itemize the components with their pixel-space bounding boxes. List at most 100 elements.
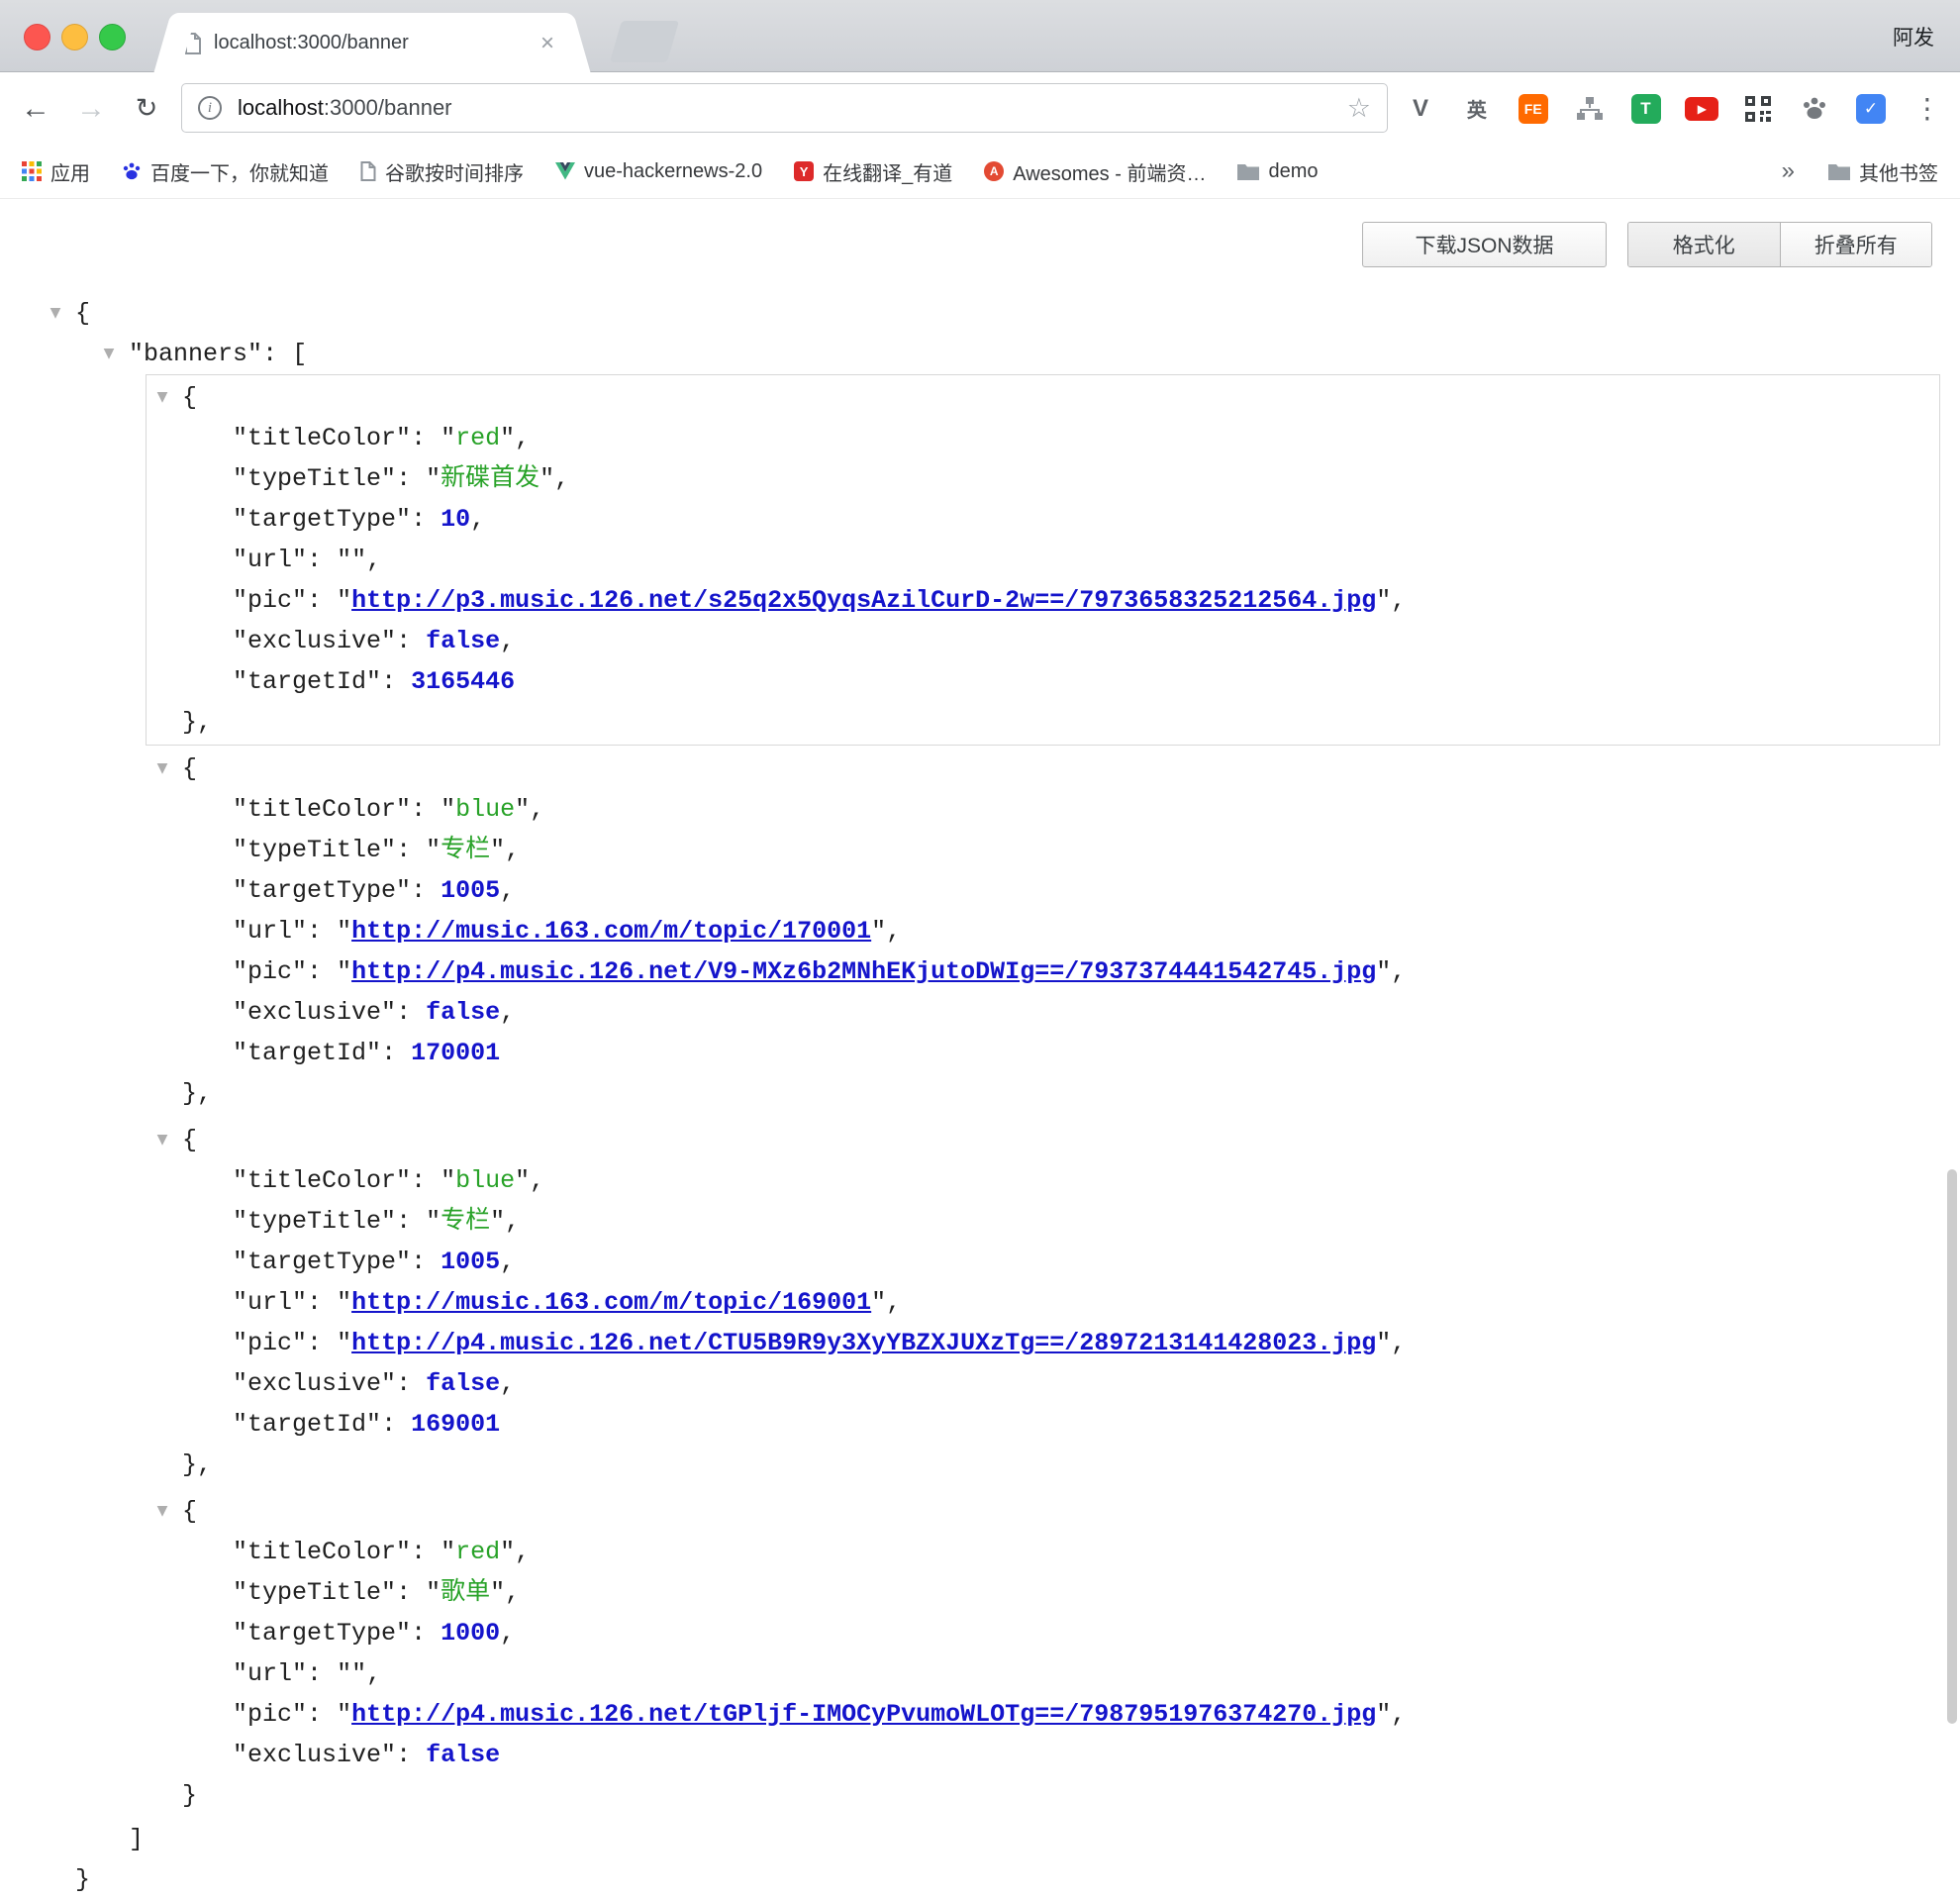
json-url-link[interactable]: http://p4.music.126.net/V9-MXz6b2MNhEKju… (351, 957, 1376, 986)
json-key: url (247, 1288, 292, 1317)
json-key: titleColor (247, 1166, 396, 1195)
json-key: pic (247, 586, 292, 615)
collapse-toggle-icon[interactable]: ▼ (45, 293, 66, 334)
json-line: ▼{ (182, 1491, 1939, 1532)
back-button[interactable]: ← (14, 72, 57, 145)
json-number-value: false (426, 627, 500, 655)
json-line: "targetId": 3165446 (233, 661, 1939, 702)
json-line: "targetType": 1005, (233, 1242, 1939, 1282)
download-json-button[interactable]: 下载JSON数据 (1362, 222, 1607, 267)
fehelper-extension-icon[interactable]: FE (1517, 92, 1550, 126)
json-string-value: blue (455, 1166, 515, 1195)
bookmark-item-youdao[interactable]: Y 在线翻译_有道 (794, 157, 952, 186)
new-tab-button[interactable] (610, 21, 679, 62)
collapse-all-button[interactable]: 折叠所有 (1780, 223, 1932, 266)
json-line: "targetId": 169001 (233, 1404, 1939, 1445)
awesomes-icon: A (984, 161, 1004, 181)
bookmark-star-icon[interactable]: ☆ (1347, 93, 1371, 124)
json-line: "titleColor": "red", (233, 418, 1939, 458)
json-key: banners (144, 340, 247, 368)
json-string-value: 专栏 (441, 1207, 490, 1236)
youtube-extension-icon[interactable]: ▶ (1685, 92, 1718, 126)
json-line: ▼{ (182, 377, 1939, 418)
address-bar[interactable]: i localhost:3000/banner ☆ (181, 83, 1388, 133)
tab-close-icon[interactable]: × (535, 30, 560, 57)
youdao-glyph: Y (794, 161, 814, 181)
vimium-extension-icon[interactable]: V (1404, 92, 1437, 126)
vertical-scrollbar[interactable] (1947, 1169, 1957, 1724)
apps-grid-icon (22, 161, 42, 181)
json-url-link[interactable]: http://p4.music.126.net/CTU5B9R9y3XyYBZX… (351, 1329, 1376, 1357)
json-key: url (247, 917, 292, 946)
json-line: "exclusive": false, (233, 992, 1939, 1033)
zoom-window-button[interactable] (99, 24, 126, 50)
json-line: ▼{ (75, 293, 1960, 334)
bookmark-item-vue-hackernews[interactable]: vue-hackernews-2.0 (555, 160, 762, 183)
json-key: targetType (247, 876, 396, 905)
browser-tab[interactable]: localhost:3000/banner × (174, 13, 570, 73)
page-info-icon[interactable]: i (198, 96, 222, 120)
close-window-button[interactable] (24, 24, 50, 50)
bookmark-label: 应用 (50, 157, 90, 186)
json-line: "exclusive": false, (233, 1363, 1939, 1404)
json-line: } (182, 1775, 1939, 1816)
json-key: exclusive (247, 627, 381, 655)
bookmark-item-google-sort[interactable]: 谷歌按时间排序 (360, 157, 524, 186)
json-url-link[interactable]: http://p3.music.126.net/s25q2x5QyqsAzilC… (351, 586, 1376, 615)
bookmark-label: 在线翻译_有道 (823, 157, 952, 186)
json-line: ] (129, 1819, 1960, 1859)
profile-name[interactable]: 阿发 (1893, 0, 1934, 72)
json-key: pic (247, 1329, 292, 1357)
collapse-toggle-icon[interactable]: ▼ (151, 1491, 173, 1532)
qrcode-extension-icon[interactable] (1741, 92, 1775, 126)
json-key: typeTitle (247, 464, 381, 493)
tab-title: localhost:3000/banner (214, 32, 535, 54)
forward-button[interactable]: → (69, 72, 113, 145)
json-line: }, (182, 1073, 1939, 1114)
shield-extension-icon[interactable]: T (1629, 92, 1663, 126)
vue-logo-icon (555, 162, 575, 180)
json-tree: ▼{▼"banners": [▼{"titleColor": "red","ty… (0, 293, 1960, 1900)
json-key: targetType (247, 1619, 396, 1648)
json-string-value: 专栏 (441, 836, 490, 864)
url-host: localhost (238, 95, 324, 120)
bookmark-item-baidu[interactable]: 百度一下，你就知道 (122, 157, 329, 186)
browser-menu-icon[interactable]: ⋮ (1911, 92, 1944, 126)
check-shield-extension-icon[interactable]: ✓ (1854, 92, 1888, 126)
bookmark-item-demo[interactable]: demo (1237, 160, 1318, 183)
collapse-toggle-icon[interactable]: ▼ (151, 1120, 173, 1160)
bookmark-item-apps[interactable]: 应用 (22, 157, 90, 186)
bookmarks-overflow-chevron[interactable]: » (1782, 157, 1795, 185)
json-url-link[interactable]: http://p4.music.126.net/tGPljf-IMOCyPvum… (351, 1700, 1376, 1729)
banner-object: ▼{"titleColor": "red","typeTitle": "新碟首发… (146, 374, 1940, 746)
json-url-link[interactable]: http://music.163.com/m/topic/169001 (351, 1288, 871, 1317)
json-line: "exclusive": false (233, 1735, 1939, 1775)
json-line: ▼{ (182, 749, 1939, 789)
json-line: }, (182, 1445, 1939, 1485)
collapse-toggle-icon[interactable]: ▼ (151, 749, 173, 789)
json-number-value: false (426, 998, 500, 1027)
translate-extension-icon[interactable]: 英 (1460, 92, 1494, 126)
minimize-window-button[interactable] (61, 24, 88, 50)
json-line: "typeTitle": "新碟首发", (233, 458, 1939, 499)
json-number-value: 1005 (441, 876, 500, 905)
json-line: "titleColor": "blue", (233, 1160, 1939, 1201)
collapse-toggle-icon[interactable]: ▼ (98, 334, 120, 374)
json-number-value: 1000 (441, 1619, 500, 1648)
kebab-menu-glyph: ⋮ (1913, 92, 1941, 125)
json-number-value: false (426, 1741, 500, 1769)
youdao-icon: Y (794, 161, 814, 181)
json-string-value: red (455, 424, 500, 452)
sitemap-extension-icon[interactable] (1573, 92, 1607, 126)
collapse-toggle-icon[interactable]: ▼ (151, 377, 173, 418)
json-number-value: 170001 (411, 1039, 500, 1067)
format-button[interactable]: 格式化 (1628, 223, 1780, 266)
check-glyph: ✓ (1856, 94, 1886, 124)
bookmark-item-awesomes[interactable]: A Awesomes - 前端资… (984, 157, 1206, 186)
banner-object: ▼{"titleColor": "blue","typeTitle": "专栏"… (146, 746, 1940, 1117)
json-key: targetId (247, 1039, 366, 1067)
paw-extension-icon[interactable] (1798, 92, 1831, 126)
reload-button[interactable]: ↻ (125, 72, 168, 145)
json-url-link[interactable]: http://music.163.com/m/topic/170001 (351, 917, 871, 946)
other-bookmarks-folder[interactable]: 其他书签 (1828, 157, 1938, 186)
